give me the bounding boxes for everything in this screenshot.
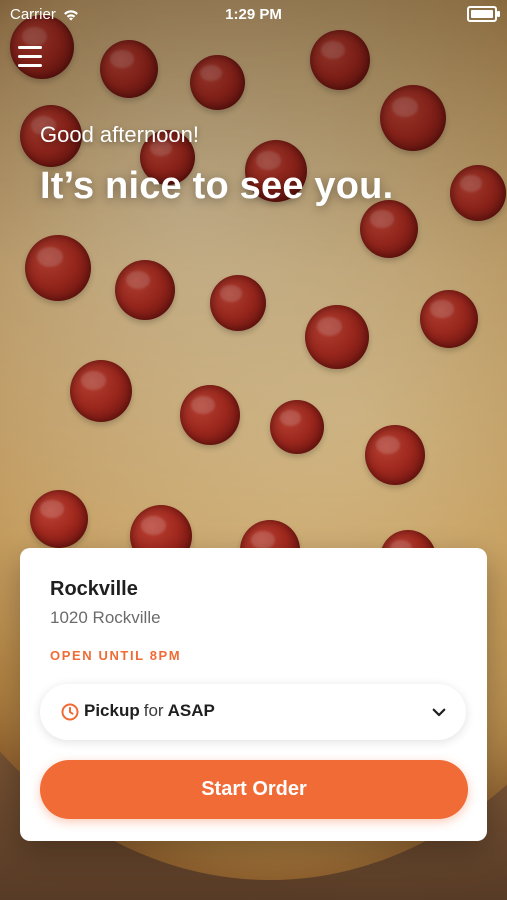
pickup-time: ASAP [167, 701, 215, 720]
start-order-button[interactable]: Start Order [40, 760, 468, 819]
menu-button[interactable] [18, 46, 42, 68]
status-bar: Carrier 1:29 PM [0, 0, 507, 28]
store-card: Rockville 1020 Rockville OPEN UNTIL 8PM … [20, 548, 487, 841]
battery-indicator [467, 6, 500, 22]
pickup-connector: for [143, 701, 164, 720]
battery-icon [467, 6, 500, 22]
chevron-down-icon [432, 708, 446, 717]
pickup-mode: Pickup [84, 701, 140, 720]
clock-icon [61, 703, 79, 721]
status-bar-time: 1:29 PM [225, 6, 282, 23]
home-screen: Carrier 1:29 PM Good afternoon! It’s nic… [0, 0, 507, 900]
greeting-subtitle: Good afternoon! [40, 122, 200, 147]
hamburger-menu-icon [18, 46, 42, 49]
store-name: Rockville [50, 578, 138, 600]
pickup-selector-text: Pickup for ASAP [84, 701, 215, 721]
hamburger-menu-icon [18, 64, 42, 67]
store-address: 1020 Rockville [50, 608, 161, 627]
hamburger-menu-icon [18, 55, 42, 58]
pickup-time-selector[interactable]: Pickup for ASAP [40, 684, 466, 740]
greeting-headline: It’s nice to see you. [40, 165, 394, 207]
store-hours-status: OPEN UNTIL 8PM [50, 648, 182, 663]
